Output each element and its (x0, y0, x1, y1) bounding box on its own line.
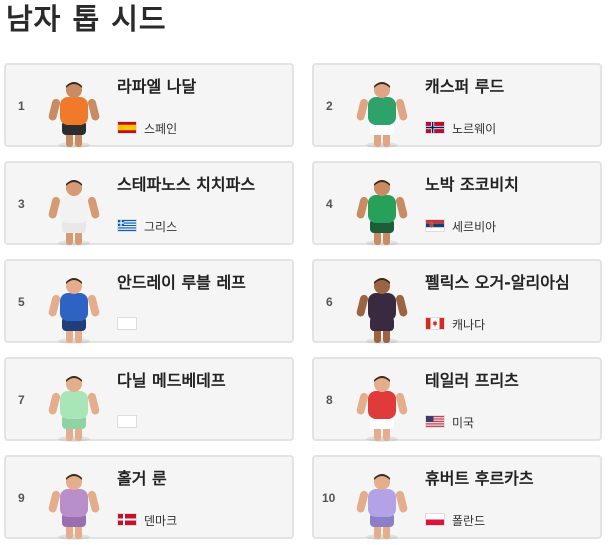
country-name: 세르비아 (452, 220, 497, 234)
country-name: 그리스 (144, 220, 178, 234)
player-name[interactable]: 펠릭스 오거-알리아심 (425, 269, 570, 293)
flag-placeholder-icon (117, 415, 137, 428)
seed-number: 4 (326, 197, 333, 211)
player-photo (350, 177, 414, 247)
player-name[interactable]: 다닐 메드베데프 (117, 367, 226, 391)
player-photo (42, 275, 106, 345)
player-card[interactable]: 9 홀거 룬덴마크 (4, 455, 294, 541)
player-card[interactable]: 8 테일러 프리츠미국 (312, 357, 602, 443)
player-photo (350, 471, 414, 541)
player-card[interactable]: 1 라파엘 나달스페인 (4, 63, 294, 149)
player-photo (42, 177, 106, 247)
greece-flag-icon (117, 219, 137, 232)
player-photo (42, 79, 106, 149)
player-card[interactable]: 10 휴버트 후르카츠폴란드 (312, 455, 602, 541)
seed-number: 8 (326, 393, 333, 407)
usa-flag-icon (425, 415, 445, 428)
canada-flag-icon (425, 317, 445, 330)
player-name[interactable]: 테일러 프리츠 (425, 367, 519, 391)
norway-flag-icon (425, 121, 445, 134)
player-card[interactable]: 2 캐스퍼 루드노르웨이 (312, 63, 602, 149)
seed-number: 1 (18, 99, 25, 113)
player-card[interactable]: 3 스테파노스 치치파스그리스 (4, 161, 294, 247)
player-card[interactable]: 6 펠릭스 오거-알리아심캐나다 (312, 259, 602, 345)
country-name: 덴마크 (144, 514, 178, 528)
seed-number: 3 (18, 197, 25, 211)
seed-number: 2 (326, 99, 333, 113)
spain-flag-icon (117, 121, 137, 134)
flag-placeholder-icon (117, 317, 137, 330)
seed-number: 6 (326, 295, 333, 309)
denmark-flag-icon (117, 513, 137, 526)
player-name[interactable]: 홀거 룬 (117, 465, 167, 489)
player-photo (42, 471, 106, 541)
country-name: 캐나다 (452, 318, 486, 332)
player-photo (350, 79, 414, 149)
country-name: 노르웨이 (452, 122, 497, 136)
player-card[interactable]: 7 다닐 메드베데프 (4, 357, 294, 443)
player-name[interactable]: 노박 조코비치 (425, 171, 519, 195)
player-name[interactable]: 캐스퍼 루드 (425, 73, 504, 97)
seed-number: 9 (18, 491, 25, 505)
player-name[interactable]: 안드레이 루블 레프 (117, 269, 246, 293)
player-name[interactable]: 스테파노스 치치파스 (117, 171, 255, 195)
seed-number: 7 (18, 393, 25, 407)
country-name: 폴란드 (452, 514, 486, 528)
player-photo (350, 275, 414, 345)
player-card[interactable]: 4 노박 조코비치세르비아 (312, 161, 602, 247)
seed-number: 10 (322, 491, 336, 505)
player-name[interactable]: 휴버트 후르카츠 (425, 465, 534, 489)
player-card[interactable]: 5 안드레이 루블 레프 (4, 259, 294, 345)
player-name[interactable]: 라파엘 나달 (117, 73, 196, 97)
serbia-flag-icon (425, 219, 445, 232)
page-title: 남자 톱 시드 (6, 2, 167, 36)
player-photo (42, 373, 106, 443)
seed-number: 5 (18, 295, 25, 309)
country-name: 미국 (452, 416, 475, 430)
player-photo (350, 373, 414, 443)
country-name: 스페인 (144, 122, 178, 136)
poland-flag-icon (425, 513, 445, 526)
